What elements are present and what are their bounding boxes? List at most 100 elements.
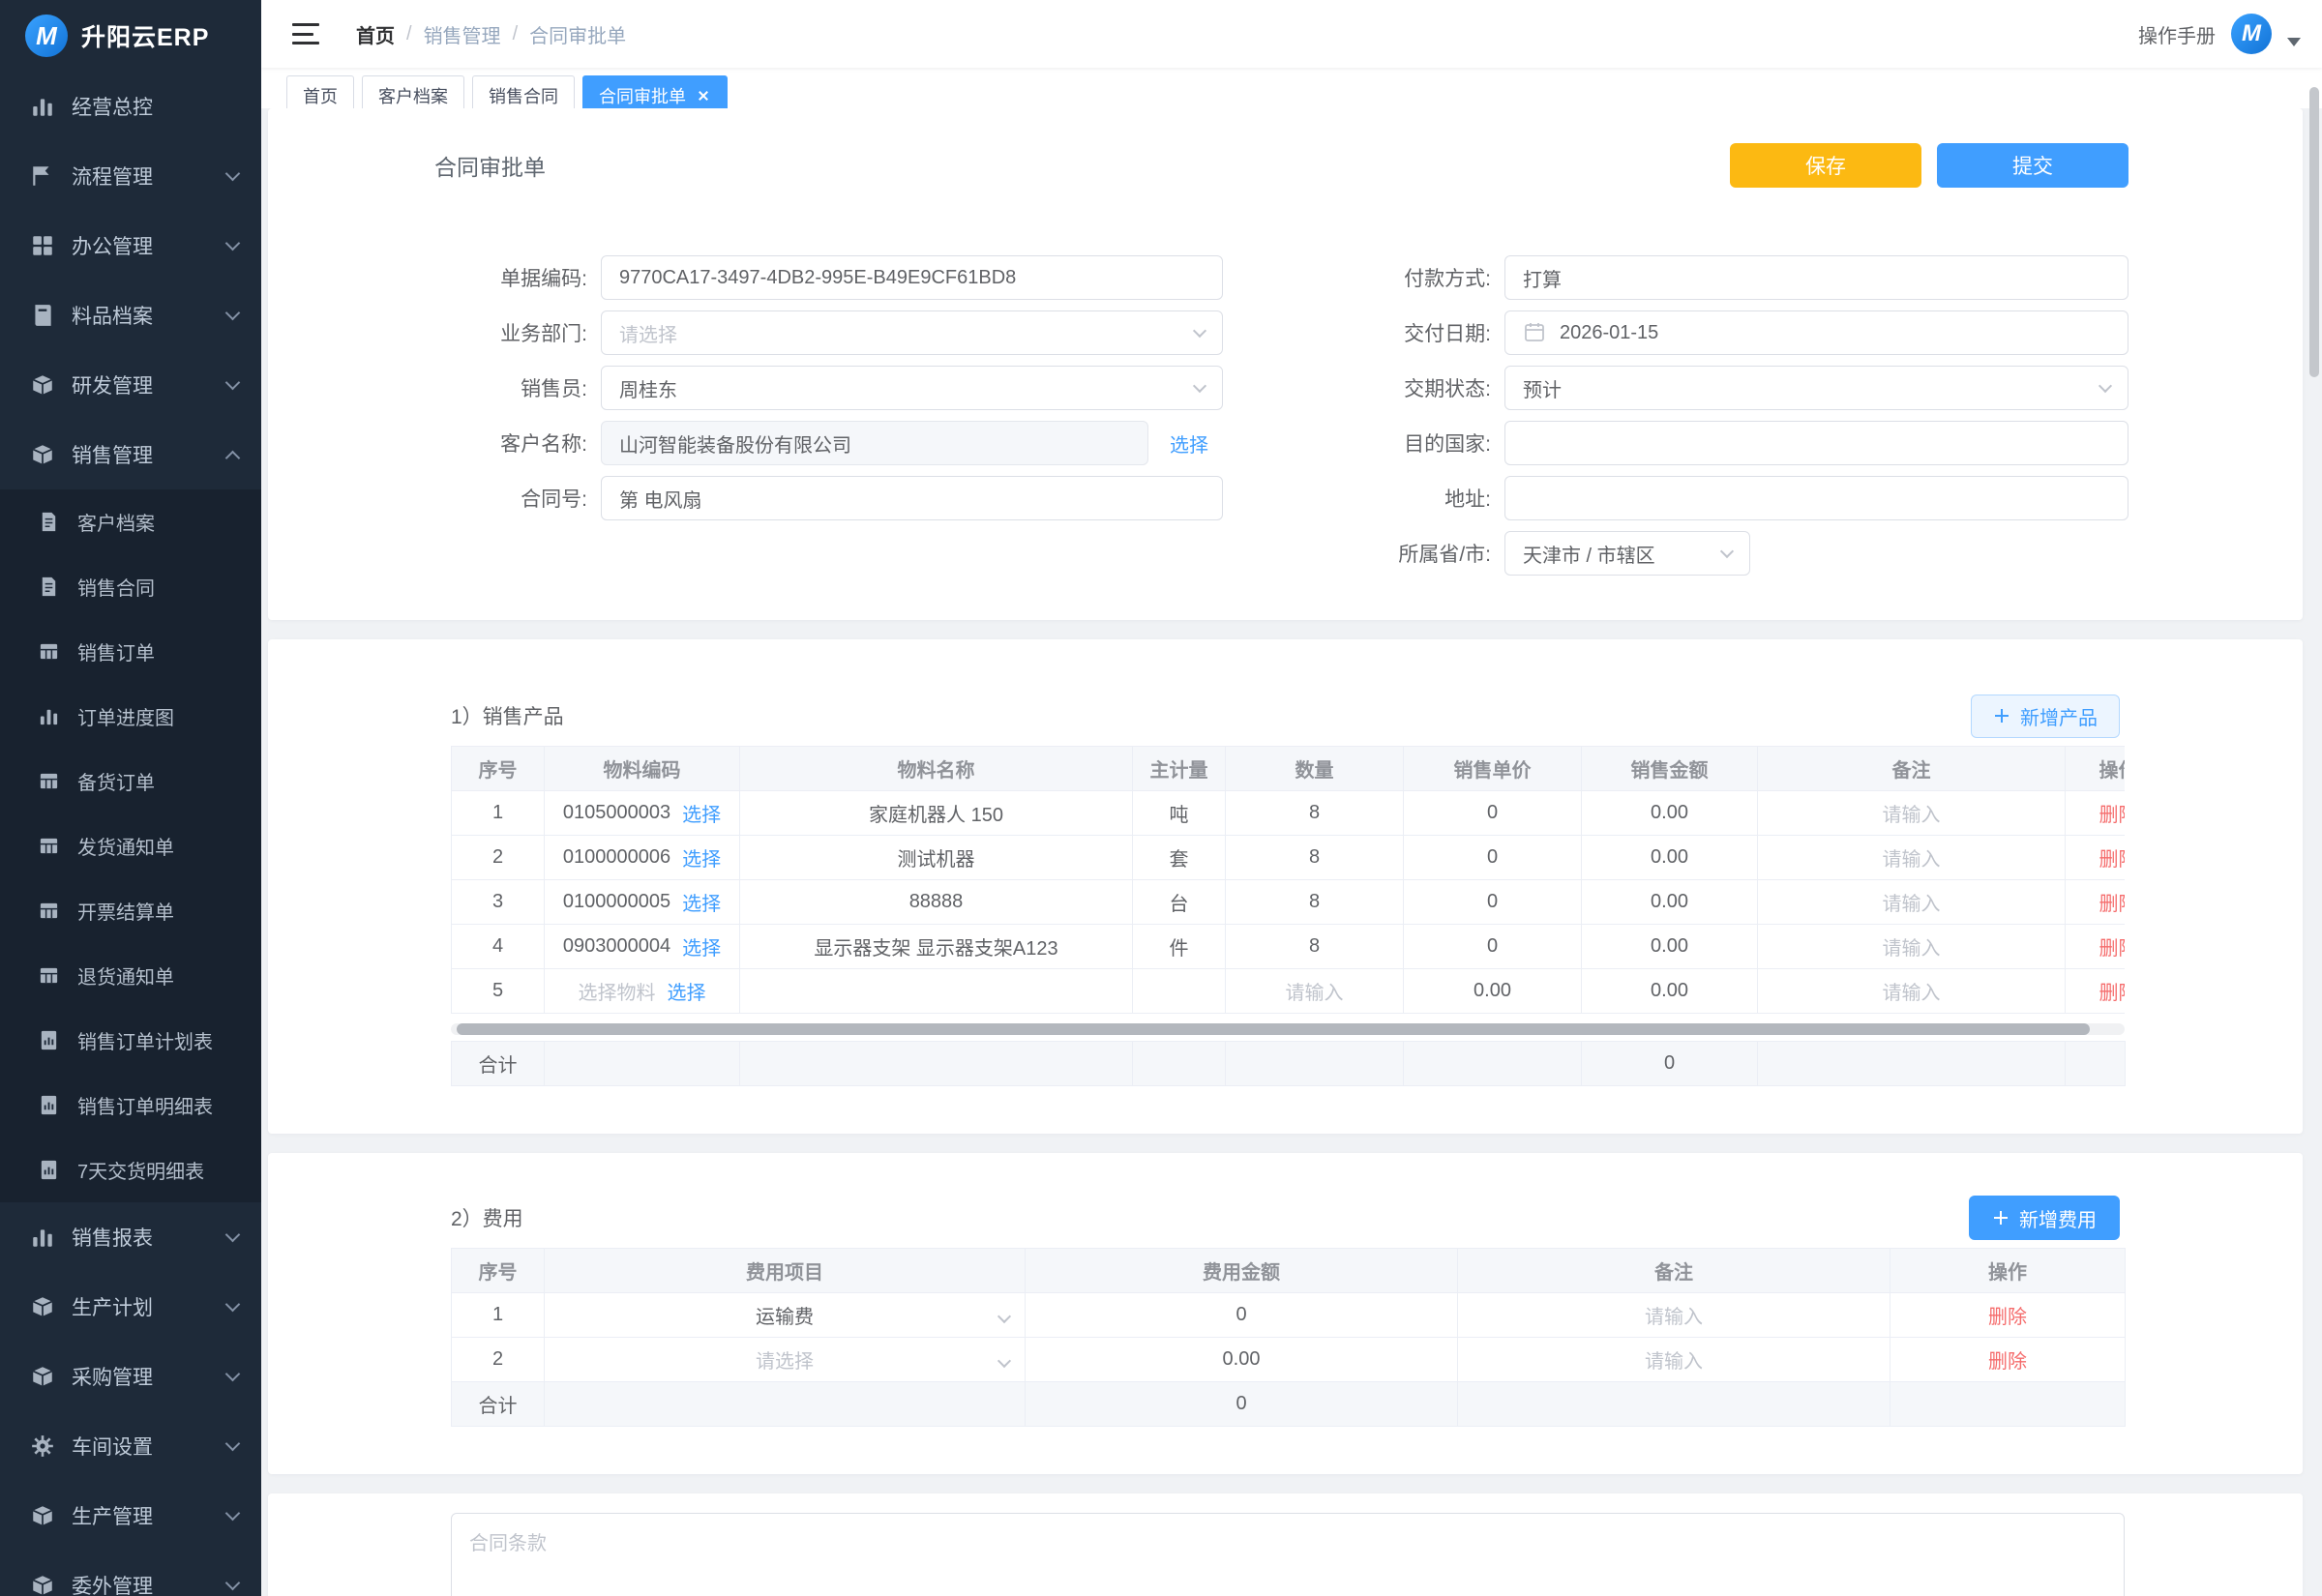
sidebar-item-1[interactable]: 流程管理 bbox=[0, 141, 261, 211]
input-placeholder: 请输入 bbox=[1645, 1307, 1703, 1328]
field-left_fields-3: 山河智能装备股份有限公司 bbox=[601, 421, 1148, 465]
add-fee-button[interactable]: 新增费用 bbox=[1969, 1196, 2120, 1240]
breadcrumb-item-1[interactable]: 销售管理 bbox=[424, 20, 501, 48]
fee-item-select[interactable]: 运输费 bbox=[545, 1293, 1026, 1338]
sidebar-item-11[interactable]: 委外管理 bbox=[0, 1551, 261, 1596]
sidebar-item-4[interactable]: 研发管理 bbox=[0, 350, 261, 420]
collapse-sidebar-icon[interactable] bbox=[292, 23, 319, 44]
form-row: 交付日期:2026-01-15 bbox=[1230, 310, 2128, 355]
sidebar-item-3[interactable]: 料品档案 bbox=[0, 281, 261, 350]
sidebar-subitem-5-6[interactable]: 开票结算单 bbox=[0, 878, 261, 943]
horizontal-scrollbar-thumb[interactable] bbox=[457, 1023, 2090, 1035]
select-material-link[interactable]: 选择 bbox=[682, 932, 721, 961]
delete-row-link[interactable]: 删除 bbox=[2099, 894, 2126, 915]
tab-label: 首页 bbox=[303, 83, 338, 108]
sidebar-subitem-5-5[interactable]: 发货通知单 bbox=[0, 813, 261, 878]
select-material-link[interactable]: 选择 bbox=[668, 977, 706, 1005]
add-product-button[interactable]: 新增产品 bbox=[1971, 695, 2120, 738]
total-empty-cell bbox=[740, 1042, 1133, 1086]
field-label: 目的国家: bbox=[1230, 429, 1491, 458]
avatar[interactable]: M bbox=[2231, 14, 2272, 54]
sidebar-item-0[interactable]: 经营总控 bbox=[0, 72, 261, 141]
office-icon bbox=[29, 232, 56, 259]
remark-cell[interactable]: 请输入 bbox=[1758, 969, 2066, 1014]
close-icon[interactable] bbox=[696, 88, 711, 103]
field-left_fields-1[interactable]: 请选择 bbox=[601, 310, 1223, 355]
select-customer-link[interactable]: 选择 bbox=[1170, 429, 1208, 458]
field-right_fields-4[interactable] bbox=[1504, 476, 2128, 520]
remark-cell[interactable]: 请输入 bbox=[1758, 925, 2066, 969]
field-right_fields-2[interactable]: 预计 bbox=[1504, 366, 2128, 410]
sidebar-subitem-5-4[interactable]: 备货订单 bbox=[0, 749, 261, 813]
sidebar-item-9[interactable]: 车间设置 bbox=[0, 1411, 261, 1481]
select-material-link[interactable]: 选择 bbox=[682, 888, 721, 916]
vertical-scrollbar[interactable] bbox=[2309, 87, 2319, 377]
sidebar-subitem-5-7[interactable]: 退货通知单 bbox=[0, 943, 261, 1008]
remark-cell[interactable]: 请输入 bbox=[1758, 880, 2066, 925]
select-material-link[interactable]: 选择 bbox=[682, 799, 721, 827]
sidebar-subitem-5-3[interactable]: 订单进度图 bbox=[0, 684, 261, 749]
breadcrumb-item-2[interactable]: 合同审批单 bbox=[529, 20, 626, 48]
quantity-cell[interactable]: 8 bbox=[1226, 836, 1404, 880]
actions-cell: 删除 bbox=[2066, 836, 2126, 880]
logo-icon: M bbox=[25, 15, 68, 57]
chevron-up-icon bbox=[225, 450, 241, 465]
select-material-link[interactable]: 选择 bbox=[682, 843, 721, 872]
sidebar-subitem-5-8[interactable]: 销售订单计划表 bbox=[0, 1008, 261, 1073]
field-left_fields-0[interactable]: 9770CA17-3497-4DB2-995E-B49E9CF61BD8 bbox=[601, 255, 1223, 300]
sidebar-item-7[interactable]: 生产计划 bbox=[0, 1272, 261, 1342]
sidebar-item-2[interactable]: 办公管理 bbox=[0, 211, 261, 281]
unit-price-cell[interactable]: 0 bbox=[1404, 791, 1582, 836]
quantity-cell[interactable]: 8 bbox=[1226, 925, 1404, 969]
material-code-cell: 0903000004选择 bbox=[545, 925, 740, 969]
sidebar-subitem-5-0[interactable]: 客户档案 bbox=[0, 489, 261, 554]
contract-terms-textarea[interactable]: 合同条款 bbox=[451, 1513, 2125, 1596]
fee-item-select[interactable]: 请选择 bbox=[545, 1338, 1026, 1382]
delete-row-link[interactable]: 删除 bbox=[2099, 938, 2126, 960]
horizontal-scrollbar[interactable] bbox=[451, 1023, 2125, 1035]
quantity-cell[interactable]: 请输入 bbox=[1226, 969, 1404, 1014]
sidebar-subitem-5-1[interactable]: 销售合同 bbox=[0, 554, 261, 619]
box-icon bbox=[29, 1363, 56, 1390]
remark-cell[interactable]: 请输入 bbox=[1758, 836, 2066, 880]
unit-price-cell[interactable]: 0 bbox=[1404, 925, 1582, 969]
manual-link[interactable]: 操作手册 bbox=[2138, 20, 2216, 48]
quantity-cell[interactable]: 8 bbox=[1226, 791, 1404, 836]
field-right_fields-0[interactable]: 打算 bbox=[1504, 255, 2128, 300]
products-col-header: 销售金额 bbox=[1582, 747, 1758, 791]
sidebar-subitem-5-2[interactable]: 销售订单 bbox=[0, 619, 261, 684]
field-right_fields-3[interactable] bbox=[1504, 421, 2128, 465]
chevron-down-icon[interactable] bbox=[2287, 38, 2301, 46]
sidebar-submenu: 客户档案销售合同销售订单订单进度图备货订单发货通知单开票结算单退货通知单销售订单… bbox=[0, 489, 261, 1202]
remark-cell[interactable]: 请输入 bbox=[1458, 1338, 1890, 1382]
field-left_fields-4[interactable]: 第 电风扇 bbox=[601, 476, 1223, 520]
sidebar-subitem-5-10[interactable]: 7天交货明细表 bbox=[0, 1138, 261, 1202]
sidebar-item-label: 车间设置 bbox=[72, 1432, 227, 1461]
field-right_fields-5[interactable]: 天津市 / 市辖区 bbox=[1504, 531, 1750, 576]
field-right_fields-1[interactable]: 2026-01-15 bbox=[1504, 310, 2128, 355]
quantity-cell[interactable]: 8 bbox=[1226, 880, 1404, 925]
delete-row-link[interactable]: 删除 bbox=[2099, 983, 2126, 1004]
unit-price-cell[interactable]: 0 bbox=[1404, 836, 1582, 880]
fee-amount-cell[interactable]: 0.00 bbox=[1026, 1338, 1458, 1382]
field-value: 请选择 bbox=[619, 319, 1183, 347]
plus-icon bbox=[1992, 1209, 2009, 1227]
delete-row-link[interactable]: 删除 bbox=[1988, 1307, 2027, 1328]
breadcrumb-item-0[interactable]: 首页 bbox=[356, 20, 395, 48]
unit-price-cell[interactable]: 0 bbox=[1404, 880, 1582, 925]
sidebar-item-8[interactable]: 采购管理 bbox=[0, 1342, 261, 1411]
sidebar-item-10[interactable]: 生产管理 bbox=[0, 1481, 261, 1551]
save-button[interactable]: 保存 bbox=[1730, 143, 1921, 188]
remark-cell[interactable]: 请输入 bbox=[1458, 1293, 1890, 1338]
sidebar-subitem-5-9[interactable]: 销售订单明细表 bbox=[0, 1073, 261, 1138]
submit-button[interactable]: 提交 bbox=[1937, 143, 2128, 188]
sidebar-item-6[interactable]: 销售报表 bbox=[0, 1202, 261, 1272]
unit-price-cell[interactable]: 0.00 bbox=[1404, 969, 1582, 1014]
delete-row-link[interactable]: 删除 bbox=[2099, 805, 2126, 826]
delete-row-link[interactable]: 删除 bbox=[1988, 1351, 2027, 1373]
sidebar-item-5[interactable]: 销售管理 bbox=[0, 420, 261, 489]
remark-cell[interactable]: 请输入 bbox=[1758, 791, 2066, 836]
field-left_fields-2[interactable]: 周桂东 bbox=[601, 366, 1223, 410]
fee-amount-cell[interactable]: 0 bbox=[1026, 1293, 1458, 1338]
delete-row-link[interactable]: 删除 bbox=[2099, 849, 2126, 871]
